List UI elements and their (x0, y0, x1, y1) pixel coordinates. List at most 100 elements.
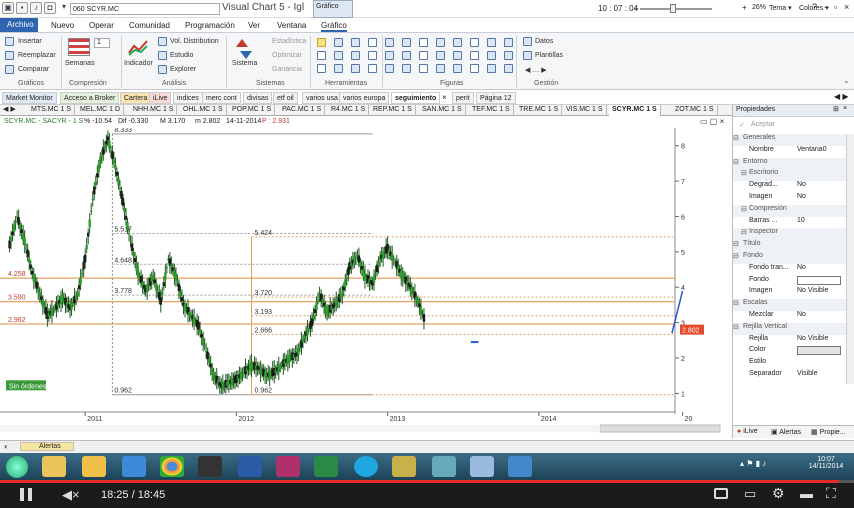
compression-value[interactable]: 1 (94, 38, 110, 48)
drawing-tool-icon[interactable] (470, 51, 479, 60)
candle[interactable] (124, 215, 128, 220)
candle[interactable] (354, 257, 358, 259)
lock-icon[interactable]: ◘ (44, 2, 56, 14)
property-row[interactable]: Imagen No (733, 193, 854, 205)
candle[interactable] (198, 329, 202, 334)
candle[interactable] (200, 333, 203, 338)
drawing-tool-icon[interactable] (504, 38, 513, 47)
candle[interactable] (279, 366, 282, 368)
property-value[interactable]: No Visible (797, 335, 828, 342)
candle[interactable] (142, 285, 146, 289)
property-value[interactable] (797, 346, 841, 356)
menu-ver[interactable]: Ver (248, 21, 260, 30)
optimizar-button[interactable]: Optimizar (272, 52, 302, 59)
semanas-button[interactable]: Semanas (65, 60, 95, 67)
candle[interactable] (203, 345, 206, 347)
drawing-tool-icon[interactable] (453, 38, 462, 47)
candle[interactable] (152, 274, 155, 279)
candle[interactable] (103, 145, 107, 150)
folder-task-icon[interactable] (82, 456, 106, 477)
candle[interactable] (419, 306, 423, 315)
symbol-tab[interactable]: SCYR.MC 1 S (609, 105, 661, 116)
symbol-tab[interactable]: REP.MC 1 S (370, 105, 416, 116)
ganancia-button[interactable]: Ganancia (272, 66, 302, 73)
property-value[interactable]: No Visible (797, 287, 828, 294)
candle[interactable] (381, 251, 385, 259)
candle[interactable] (312, 315, 315, 320)
candle[interactable] (8, 240, 11, 249)
property-value[interactable]: No (797, 264, 806, 271)
drawing-tool-icon[interactable] (317, 51, 326, 60)
watch-later-icon[interactable] (714, 488, 728, 499)
expand-icon[interactable]: ⊟ (741, 169, 747, 177)
properties-scrollbar[interactable] (846, 134, 854, 384)
zoom-slider-knob[interactable] (670, 4, 676, 13)
drawing-tool-icon[interactable] (317, 38, 326, 47)
candle[interactable] (179, 291, 182, 296)
property-row[interactable]: Degrad... No (733, 181, 854, 193)
candle[interactable] (162, 282, 166, 287)
drawing-tool-icon[interactable] (385, 51, 394, 60)
menu-comunidad[interactable]: Comunidad (129, 21, 170, 30)
property-value[interactable]: No (797, 311, 806, 318)
candle[interactable] (372, 275, 376, 283)
drawing-tool-icon[interactable] (402, 38, 411, 47)
pause-icon[interactable] (20, 488, 24, 501)
property-row[interactable]: Separador Visible (733, 370, 854, 382)
candle[interactable] (136, 269, 140, 278)
menu-grafico[interactable]: Gráfico (321, 21, 347, 32)
candle[interactable] (37, 288, 40, 293)
candle[interactable] (82, 261, 85, 270)
drawing-tool-icon[interactable] (351, 64, 360, 73)
candle[interactable] (155, 283, 158, 291)
candle[interactable] (298, 347, 302, 349)
candle[interactable] (26, 249, 29, 258)
candle[interactable] (52, 309, 55, 311)
drawing-tool-icon[interactable] (351, 38, 360, 47)
candle[interactable] (20, 229, 23, 234)
symbol-tab[interactable]: ZOT.MC 1 S (672, 105, 718, 116)
candle[interactable] (133, 258, 137, 263)
footer-alertas[interactable]: ▣ Alertas (771, 428, 801, 436)
tab-close-icon[interactable]: × (442, 93, 447, 102)
candle[interactable] (50, 307, 54, 316)
candle[interactable] (80, 273, 84, 275)
property-row[interactable]: Mezclar No (733, 311, 854, 323)
property-row[interactable]: Imagen No Visible (733, 287, 854, 299)
candle[interactable] (130, 243, 134, 251)
property-row[interactable]: Color (733, 346, 854, 358)
workspace-tab[interactable]: merc cont (202, 92, 241, 104)
property-value[interactable]: No (797, 193, 806, 200)
candle[interactable] (207, 359, 211, 363)
candle[interactable] (9, 237, 13, 242)
property-group[interactable]: ⊟ Rejilla Vertical (733, 322, 854, 335)
candle[interactable] (14, 222, 17, 224)
candle[interactable] (180, 297, 184, 301)
chart-scrollbar[interactable] (599, 424, 721, 433)
symbol-tab[interactable]: POP.MC 1 S (229, 105, 276, 116)
candle[interactable] (230, 377, 234, 386)
workspace-tab[interactable]: Market Monitor (2, 92, 57, 104)
drawing-tool-icon[interactable] (385, 38, 394, 47)
symbol-tab-scroll[interactable]: ◀ ▶ (3, 105, 16, 113)
candle[interactable] (120, 190, 123, 199)
candle[interactable] (165, 267, 169, 269)
workspace-tab[interactable]: indices (173, 92, 203, 104)
candle[interactable] (310, 318, 314, 327)
candle[interactable] (108, 140, 111, 149)
workspace-tab[interactable]: varios usa (302, 92, 342, 104)
candle[interactable] (32, 273, 35, 282)
candle[interactable] (315, 302, 318, 310)
app-icon[interactable]: ▣ (2, 2, 14, 14)
zoom-in-icon[interactable]: + (742, 3, 747, 12)
candle[interactable] (422, 314, 426, 322)
property-group[interactable]: ⊟ Generales (733, 134, 854, 146)
tray-icons[interactable]: ▴ ⚑ ▮ ♪ (740, 459, 766, 468)
candle[interactable] (201, 337, 205, 346)
property-group[interactable]: ⊟ Fondo (733, 252, 854, 264)
drawing-tool-icon[interactable] (453, 51, 462, 60)
app-task-icon[interactable] (432, 456, 456, 477)
candle[interactable] (325, 308, 329, 317)
fullscreen-icon[interactable]: ⛶ (826, 485, 836, 502)
drawing-tool-icon[interactable] (419, 38, 428, 47)
